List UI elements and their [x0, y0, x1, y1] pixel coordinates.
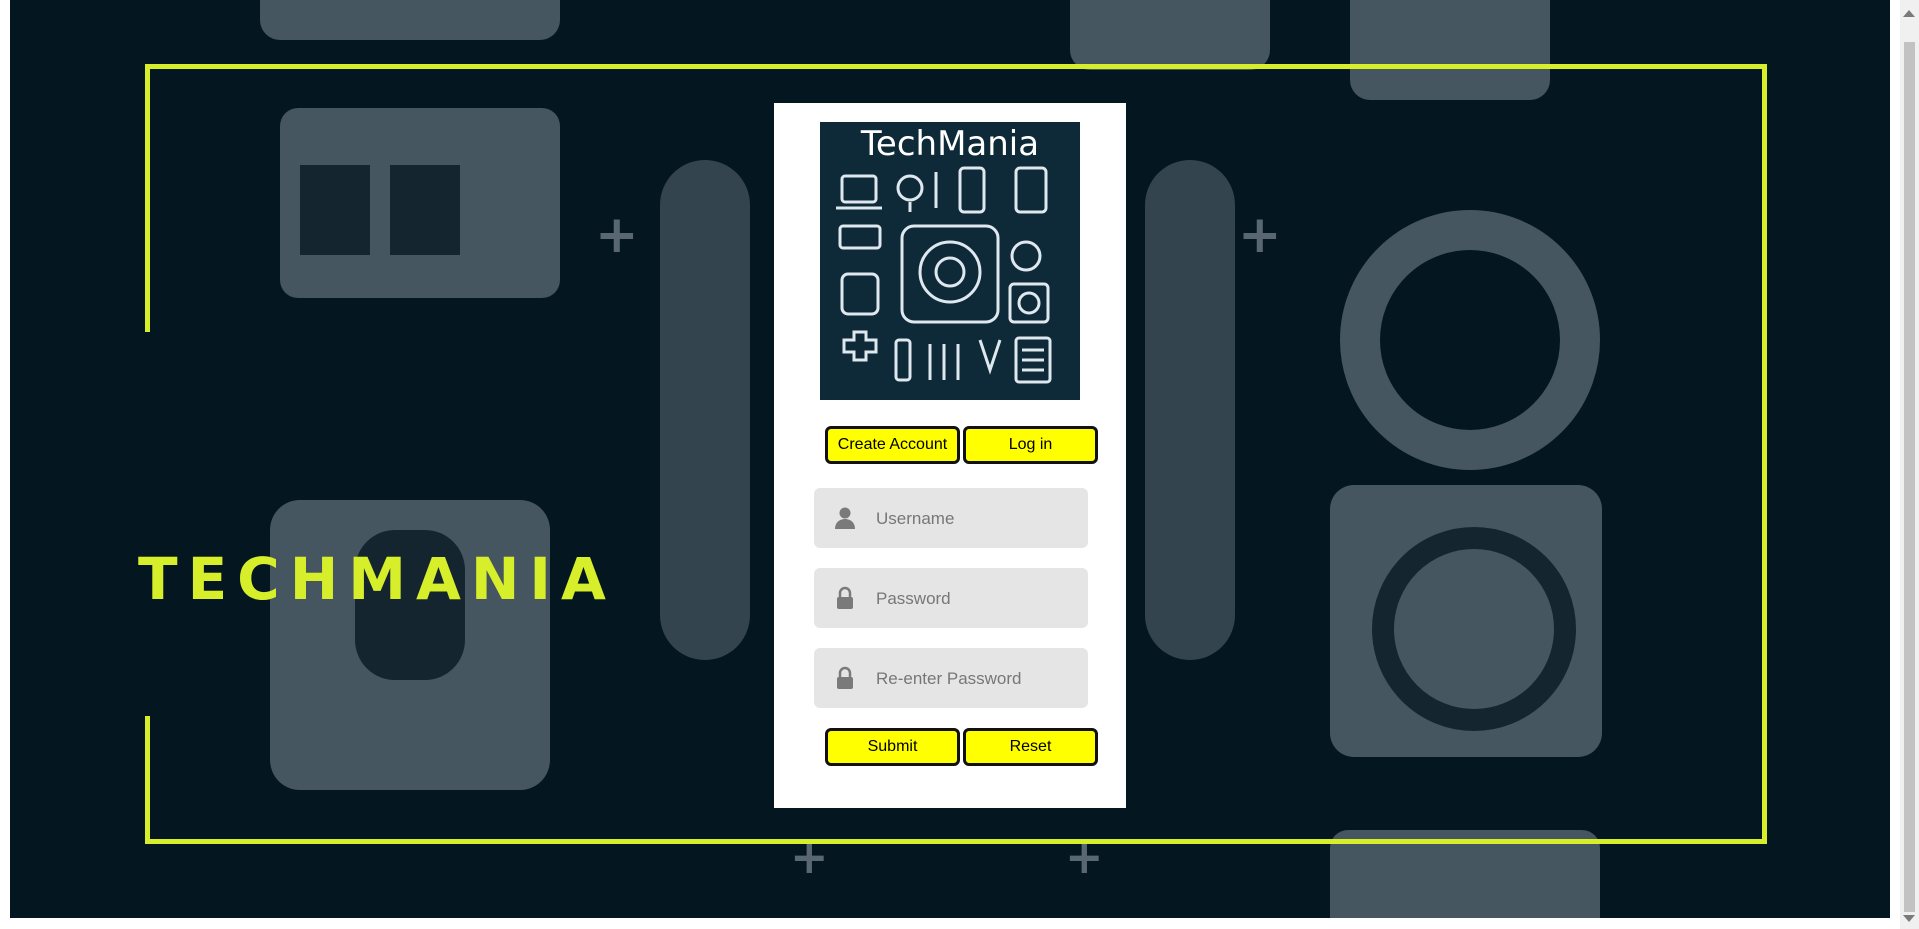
bg-speaker-ring — [1372, 527, 1576, 731]
frame-right — [1762, 64, 1767, 844]
bg-device-shape — [390, 165, 460, 255]
frame-left-bottom — [145, 716, 150, 844]
bg-device-shape — [300, 165, 370, 255]
scroll-down-arrow-icon[interactable] — [1903, 915, 1915, 922]
frame-bottom — [145, 839, 1767, 844]
scroll-up-arrow-icon[interactable] — [1903, 10, 1915, 17]
bg-plus-icon: + — [1238, 205, 1282, 265]
create-account-button[interactable]: Create Account — [825, 426, 960, 464]
bg-device-shape — [1070, 0, 1270, 70]
auth-panel: TechMania Create Account Log in Username… — [774, 103, 1126, 808]
frame-left-top — [145, 64, 150, 332]
brand-title: TECHMANIA — [138, 545, 616, 613]
bg-device-shape — [1350, 0, 1550, 100]
username-input[interactable] — [874, 488, 1078, 550]
username-field[interactable] — [814, 488, 1088, 550]
user-icon — [835, 507, 855, 529]
lock-icon — [837, 666, 853, 689]
bg-device-shape — [660, 160, 750, 660]
bg-gear-ring — [1340, 210, 1600, 470]
lock-icon — [837, 586, 853, 609]
reenter-password-input[interactable] — [874, 648, 1078, 710]
logo-tech-icons — [836, 166, 1052, 384]
techmania-logo: TechMania — [820, 122, 1080, 400]
reset-button[interactable]: Reset — [963, 728, 1098, 766]
scroll-thumb[interactable] — [1904, 42, 1915, 912]
logo-title: TechMania — [860, 124, 1040, 164]
password-input[interactable] — [874, 568, 1078, 630]
submit-button[interactable]: Submit — [825, 728, 960, 766]
log-in-button[interactable]: Log in — [963, 426, 1098, 464]
bg-device-shape — [260, 0, 560, 40]
bg-device-shape — [1145, 160, 1235, 660]
reenter-password-field[interactable] — [814, 648, 1088, 710]
bg-plus-icon: + — [595, 205, 639, 265]
vertical-scrollbar[interactable] — [1900, 0, 1919, 929]
frame-top — [145, 64, 1767, 69]
password-field[interactable] — [814, 568, 1088, 630]
background-stage: + + + + TECHMANIA TechMania Create Accou… — [10, 0, 1890, 918]
